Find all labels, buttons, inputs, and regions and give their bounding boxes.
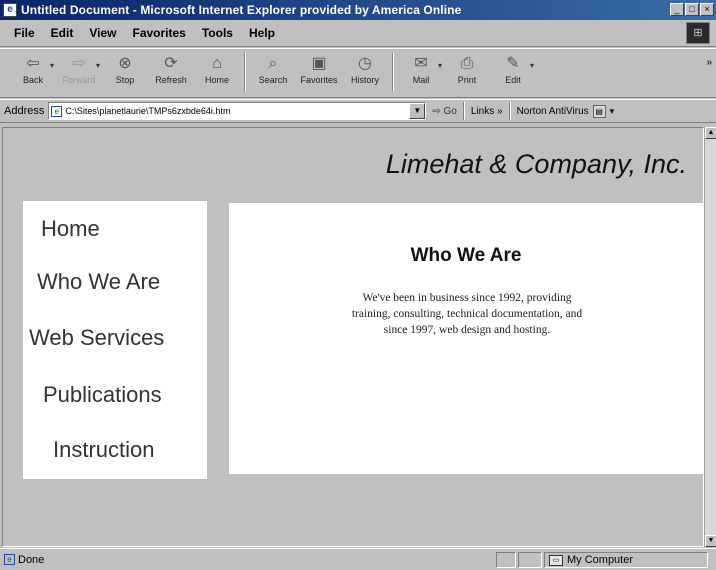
- nav-link-home[interactable]: Home: [23, 216, 207, 242]
- close-icon[interactable]: ×: [700, 3, 714, 16]
- refresh-label: Refresh: [155, 75, 187, 85]
- favorites-icon: ▣: [311, 55, 327, 72]
- links-button[interactable]: Links »: [471, 106, 503, 117]
- nav-link-web-services[interactable]: Web Services: [23, 325, 207, 351]
- window-controls: _ □ ×: [669, 3, 714, 16]
- mail-icon: ✉: [414, 55, 428, 72]
- address-bar: Address e C:\Sites\planetlaurie\TMPs6zxb…: [0, 99, 716, 123]
- forward-label: Forward: [62, 75, 96, 85]
- toolbar-separator: [392, 53, 394, 91]
- status-text: e Done: [4, 554, 44, 566]
- address-label: Address: [4, 105, 45, 117]
- history-label: History: [350, 75, 379, 85]
- norton-antivirus-button[interactable]: Norton AntiVirus: [517, 106, 589, 117]
- computer-icon: ▭: [549, 554, 563, 566]
- forward-button[interactable]: ⇨ Forward ▾: [56, 53, 102, 85]
- mail-label: Mail: [412, 75, 430, 85]
- menu-help[interactable]: Help: [241, 26, 283, 40]
- back-dropdown-icon[interactable]: ▾: [50, 61, 54, 70]
- status-page-icon: e: [4, 554, 15, 565]
- nav-link-who-we-are[interactable]: Who We Are: [23, 269, 207, 295]
- menu-file[interactable]: File: [6, 26, 43, 40]
- page-viewport: Limehat & Company, Inc. Home Who We Are …: [2, 127, 704, 547]
- go-arrow-icon: ⇨: [432, 105, 441, 117]
- stop-button[interactable]: ⊗ Stop: [102, 53, 148, 85]
- home-label: Home: [204, 75, 229, 85]
- norton-icon[interactable]: ▤: [592, 104, 606, 118]
- page-heading: Who We Are: [410, 245, 522, 266]
- menu-edit[interactable]: Edit: [43, 26, 82, 40]
- scroll-down-icon[interactable]: ▼: [705, 535, 716, 547]
- back-arrow-icon: ⇦: [26, 55, 40, 72]
- ie-logo-icon[interactable]: e: [3, 3, 17, 17]
- page-icon: e: [51, 105, 63, 117]
- forward-dropdown-icon[interactable]: ▾: [96, 61, 100, 70]
- security-zone: ▭ My Computer: [544, 552, 708, 568]
- nav-link-instruction[interactable]: Instruction: [23, 437, 207, 463]
- history-button[interactable]: ◷ History: [342, 53, 388, 85]
- nav-link-publications[interactable]: Publications: [23, 382, 207, 408]
- favorites-label: Favorites: [300, 75, 338, 85]
- home-icon: ⌂: [212, 55, 222, 72]
- norton-dropdown-icon[interactable]: ▾: [610, 106, 615, 117]
- standard-toolbar: ⇦ Back ▾ ⇨ Forward ▾ ⊗ Stop ⟳ Refresh ⌂ …: [0, 48, 716, 98]
- menu-favorites[interactable]: Favorites: [124, 26, 193, 40]
- page-body-text: We've been in business since 1992, provi…: [351, 292, 583, 336]
- edit-button[interactable]: ✎ Edit ▾: [490, 53, 536, 85]
- search-button[interactable]: ⌕ Search: [250, 53, 296, 85]
- history-icon: ◷: [358, 55, 372, 72]
- zone-label: My Computer: [567, 554, 634, 566]
- home-button[interactable]: ⌂ Home: [194, 53, 240, 85]
- status-message: Done: [18, 553, 45, 566]
- go-label: Go: [443, 105, 457, 117]
- edit-dropdown-icon[interactable]: ▾: [530, 61, 534, 70]
- main-panel: Who We Are We've been in business since …: [229, 203, 703, 474]
- mail-dropdown-icon[interactable]: ▾: [438, 61, 442, 70]
- site-title: Limehat & Company, Inc.: [385, 149, 687, 179]
- minimize-icon[interactable]: _: [670, 3, 684, 16]
- search-icon: ⌕: [268, 55, 278, 72]
- address-input[interactable]: e C:\Sites\planetlaurie\TMPs6zxbde64i.ht…: [48, 102, 427, 120]
- back-button[interactable]: ⇦ Back ▾: [10, 53, 56, 85]
- menu-bar: File Edit View Favorites Tools Help ⊞: [0, 20, 716, 47]
- window-title: Untitled Document - Microsoft Internet E…: [21, 3, 462, 17]
- status-pane: [496, 552, 516, 568]
- vertical-scrollbar[interactable]: ▲ ▼: [704, 127, 716, 547]
- address-dropdown-icon[interactable]: ▼: [409, 103, 426, 119]
- refresh-icon: ⟳: [164, 55, 178, 72]
- title-bar: e Untitled Document - Microsoft Internet…: [0, 0, 716, 20]
- maximize-icon[interactable]: □: [685, 3, 699, 16]
- back-label: Back: [22, 75, 43, 85]
- print-icon: ⎙: [460, 55, 474, 72]
- mail-button[interactable]: ✉ Mail ▾: [398, 53, 444, 85]
- toolbar-chevron-icon[interactable]: »: [706, 57, 712, 68]
- print-button[interactable]: ⎙ Print: [444, 53, 490, 85]
- scroll-up-icon[interactable]: ▲: [705, 127, 716, 139]
- edit-icon: ✎: [506, 55, 520, 72]
- forward-arrow-icon: ⇨: [72, 55, 86, 72]
- address-separator: [462, 102, 465, 120]
- status-bar: e Done ▭ My Computer: [0, 548, 716, 570]
- address-value: C:\Sites\planetlaurie\TMPs6zxbde64i.htm: [65, 106, 231, 116]
- stop-label: Stop: [115, 75, 135, 85]
- stop-icon: ⊗: [118, 55, 132, 72]
- refresh-button[interactable]: ⟳ Refresh: [148, 53, 194, 85]
- windows-logo-icon: ⊞: [686, 22, 710, 44]
- toolbar-separator: [244, 53, 246, 91]
- nav-panel: Home Who We Are Web Services Publication…: [23, 201, 207, 479]
- favorites-button[interactable]: ▣ Favorites: [296, 53, 342, 85]
- address-separator: [508, 102, 511, 120]
- status-pane: [518, 552, 542, 568]
- menu-view[interactable]: View: [81, 26, 124, 40]
- print-label: Print: [457, 75, 477, 85]
- go-button[interactable]: ⇨ Go: [432, 106, 457, 117]
- menu-tools[interactable]: Tools: [194, 26, 241, 40]
- edit-label: Edit: [505, 75, 521, 85]
- search-label: Search: [258, 75, 288, 85]
